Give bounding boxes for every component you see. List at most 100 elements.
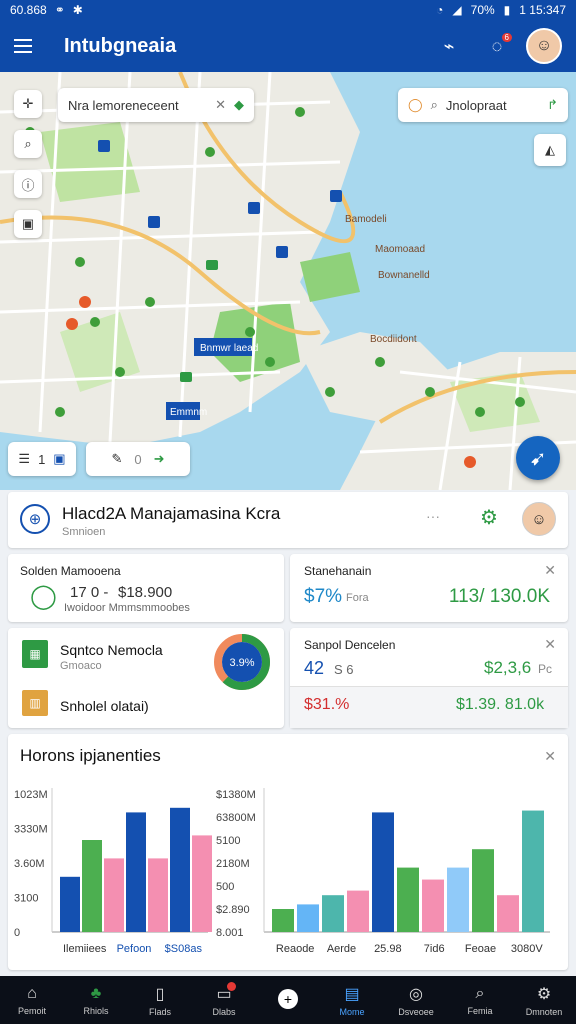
card-sample-title: Sanpol Dencelen	[304, 638, 396, 652]
card-sales-title: Solden Mamooena	[20, 564, 121, 578]
notification-badge: 6	[501, 33, 512, 42]
nav-item-settings[interactable]: ⚙ Dmnoten	[516, 984, 572, 1017]
bar	[297, 904, 319, 932]
route-icon[interactable]: ⌁	[434, 31, 464, 61]
nav-label: Dmnoten	[525, 1006, 563, 1017]
bar	[322, 895, 344, 932]
bar	[170, 807, 190, 932]
nav-item-monitor[interactable]: ▤ Mome	[324, 984, 380, 1017]
shield-icon[interactable]: ◆	[234, 97, 244, 113]
map-pin-icon: ◯	[30, 583, 57, 610]
home-icon: ⌂	[27, 984, 37, 1002]
people-icon: ♣	[90, 984, 102, 1002]
nav-item-home[interactable]: ⌂ Pemoit	[4, 985, 60, 1016]
nav-item-globe[interactable]: ◎ Dsveoee	[388, 984, 444, 1017]
card-service-title: Sqntco Nemocla	[60, 642, 163, 658]
header-card-subtitle: Smnioen	[62, 526, 106, 538]
nav-label: Pemoit	[17, 1005, 46, 1016]
map-pin-label: Bamodeli	[345, 214, 387, 225]
info-icon[interactable]: ⓘ	[14, 170, 42, 198]
add-icon: +	[278, 988, 298, 1009]
location-icon[interactable]: ◭	[534, 134, 566, 166]
x-tick-label: 25.98	[374, 943, 402, 955]
chat-bubble-icon[interactable]: ◯	[408, 97, 423, 113]
avatar[interactable]: ☺	[522, 502, 556, 536]
card-stats-unit: Fora	[346, 592, 369, 604]
settings-icon[interactable]: ⚙	[480, 505, 498, 530]
bar	[397, 867, 419, 932]
bar	[472, 849, 494, 932]
card-service-footer: Snholel olatai)	[60, 698, 149, 714]
layers-icon[interactable]: ▣	[14, 210, 42, 238]
close-icon[interactable]: ✕	[215, 97, 226, 113]
map-search-left[interactable]: Nra lemoreneceent ✕ ◆	[58, 88, 254, 122]
globe-icon: ⊕	[20, 504, 50, 534]
map-blue-label-1: Bnmwr laead	[200, 343, 258, 354]
nav-item-inbox[interactable]: ▭ Dlabs	[196, 981, 252, 1017]
bar	[148, 858, 168, 932]
bar	[497, 895, 519, 932]
app-title: Intubgneaia	[64, 34, 177, 57]
y-tick-label: 63800M	[216, 812, 256, 824]
card-sample-v1: 42	[304, 658, 325, 678]
navigate-fab[interactable]: ➹	[516, 436, 560, 480]
bar	[272, 909, 294, 932]
pencil-icon[interactable]: ✎	[111, 451, 122, 467]
chart-card: Horons ipjanenties ✕ 1023M 3330M 3.60M 3100…	[8, 734, 568, 970]
close-icon[interactable]: ✕	[544, 562, 556, 579]
map-search-right[interactable]: ◯ ⌕ Jnolopraat ↱	[398, 88, 568, 122]
bar	[372, 812, 394, 932]
search-icon[interactable]: ⌕	[14, 130, 42, 158]
bar	[60, 876, 80, 932]
card-stats[interactable]: Stanehanain ✕ $7% Fora 113/ 130.0K	[290, 554, 568, 622]
route-icon[interactable]: ↱	[547, 97, 558, 113]
menu-icon[interactable]	[14, 34, 38, 58]
status-time-right: 1 15:347	[519, 3, 566, 17]
chat-icon[interactable]: ◌ 6	[482, 31, 512, 61]
settings-icon: ⚙	[536, 985, 552, 1003]
close-icon[interactable]: ✕	[544, 636, 556, 653]
y-tick-label: 8.001	[216, 927, 244, 939]
card-stats-pct: $7%	[304, 586, 343, 607]
globe-icon: ◎	[409, 985, 423, 1003]
nav-item-search[interactable]: ⌕ Femia	[452, 985, 508, 1016]
card-service-subtitle: Gmoaco	[60, 660, 102, 672]
card-sample-v5: $1.39. 81.0k	[456, 696, 545, 713]
search-icon[interactable]: ⌕	[431, 97, 438, 113]
map-pin-label: Bocdiidont	[370, 334, 417, 345]
nav-item-add[interactable]: +	[260, 988, 316, 1012]
x-tick-label: $S08as	[165, 943, 203, 955]
nav-label: Femia	[467, 1005, 493, 1016]
map-route-controls[interactable]: ✎ 0 ➜	[86, 442, 190, 476]
y-tick-label: 3330M	[14, 824, 48, 836]
x-tick-label: Aerde	[327, 943, 356, 955]
cast-icon: ⚭	[54, 3, 65, 17]
monitor-icon: ▤	[344, 985, 360, 1003]
card-sample-v3-unit: Pc	[538, 662, 553, 676]
arrow-right-icon[interactable]: ➜	[154, 451, 165, 467]
avatar[interactable]: ☺	[526, 28, 562, 64]
nav-item-book[interactable]: ▯ Flads	[132, 984, 188, 1017]
header-card[interactable]: ⊕ Hlacd2A Manajamasina Kcra Smnioen ··· …	[8, 492, 568, 548]
compass-icon[interactable]: ✛	[14, 90, 42, 118]
factory-icon: ▥	[22, 690, 48, 716]
map-list-button[interactable]: ☰ 1 ▣	[8, 442, 76, 476]
bus-icon: ▣	[53, 451, 66, 466]
map-pin-label: Bownanelld	[378, 270, 430, 281]
map-view[interactable]: Bamodeli Maomoaad Bownanelld Bocdiidont …	[0, 72, 576, 490]
app-bar: Intubgneaia ⌁ ◌ 6 ☺	[0, 20, 576, 72]
card-sales[interactable]: Solden Mamooena ◯ 17 0 - $18.900 Iwoidoo…	[8, 554, 284, 622]
nav-item-people[interactable]: ♣ Rhiols	[68, 985, 124, 1016]
more-icon[interactable]: ···	[426, 508, 440, 524]
card-sales-value2: $18.900	[118, 584, 173, 601]
bar	[422, 879, 444, 932]
card-sales-sub: Iwoidoor Mmmsmmoobes	[64, 602, 190, 614]
card-service[interactable]: ▦ Sqntco Nemocla Gmoaco ▥ Snholel olatai…	[8, 628, 284, 728]
map-left-panel-label: 1	[38, 451, 46, 467]
status-time-left: 60.868	[10, 3, 47, 17]
card-sample-v2: S 6	[334, 662, 354, 677]
map-blue-label-2: Emmnm	[170, 407, 207, 418]
card-sample[interactable]: Sanpol Dencelen ✕ 42 S 6 $2,3,6 Pc $31.%…	[290, 628, 568, 728]
x-tick-label: 7id6	[424, 943, 445, 955]
nav-label: Dsveoee	[398, 1006, 434, 1017]
